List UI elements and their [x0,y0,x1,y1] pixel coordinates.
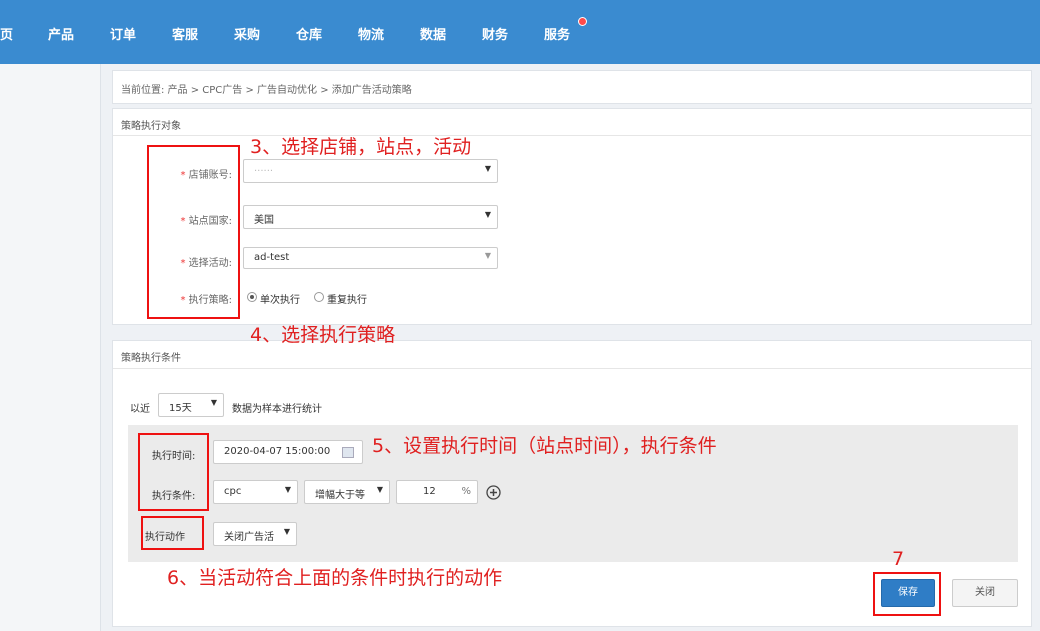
chevron-down-icon: ▼ [484,164,491,173]
annotation-4: 4、选择执行策略 [250,324,396,346]
chevron-down-icon: ▼ [376,485,383,494]
recent-select[interactable]: 15天 ▼ [158,393,224,417]
annotation-box-conditions [138,433,209,511]
panel-title-condition: 策略执行条件 [121,353,181,364]
annotation-3: 3、选择店铺，站点，活动 [250,136,472,158]
chevron-down-icon: ▼ [210,398,217,407]
radio-single[interactable] [247,292,257,302]
time-value: 2020-04-07 15:00:00 [224,446,331,457]
chevron-down-icon: ▼ [484,210,491,219]
chevron-down-icon: ▼ [284,485,291,494]
radio-single-label: 单次执行 [260,295,300,306]
divider [113,368,1031,369]
action-select[interactable]: 关闭广告活 ▼ [213,522,297,546]
cond-op-value: 增幅大于等 [315,490,365,501]
left-sidebar [0,64,101,631]
notification-dot [578,17,587,26]
nav-item-warehouse[interactable]: 仓库 [296,24,322,43]
cond-op-select[interactable]: 增幅大于等 ▼ [304,480,390,504]
nav-item-logistics[interactable]: 物流 [358,24,384,43]
recent-prefix: 以近 [130,404,150,415]
radio-repeat[interactable] [314,292,324,302]
breadcrumb-bar: 当前位置: 产品 > CPC广告 > 广告自动优化 > 添加广告活动策略 [112,70,1032,104]
cond-metric-select[interactable]: cpc ▼ [213,480,298,504]
action-value: 关闭广告活 [224,532,274,543]
nav-item-home[interactable]: 页 [0,24,13,43]
chevron-down-icon: ▼ [484,251,491,260]
cond-value: 12 [423,486,436,497]
cond-unit: % [461,486,471,497]
recent-value: 15天 [169,403,192,414]
cond-value-input[interactable]: 12 % [396,480,478,504]
store-select[interactable]: ...... ▼ [243,159,498,183]
add-condition-icon[interactable] [486,485,501,500]
annotation-6: 6、当活动符合上面的条件时执行的动作 [167,567,503,589]
time-input[interactable]: 2020-04-07 15:00:00 [213,440,363,464]
annotation-5: 5、设置执行时间（站点时间），执行条件 [372,435,717,457]
nav-item-purchase[interactable]: 采购 [234,24,260,43]
recent-suffix: 数据为样本进行统计 [232,404,322,415]
nav-item-finance[interactable]: 财务 [482,24,508,43]
breadcrumb: 当前位置: 产品 > CPC广告 > 广告自动优化 > 添加广告活动策略 [121,85,412,96]
nav-item-products[interactable]: 产品 [48,24,74,43]
calendar-icon[interactable] [342,447,354,458]
annotation-box-target [147,145,240,319]
panel-title-target: 策略执行对象 [121,121,181,132]
activity-select[interactable]: ad-test ▼ [243,247,498,269]
site-select[interactable]: 美国 ▼ [243,205,498,229]
nav-item-data[interactable]: 数据 [420,24,446,43]
top-nav: 页 产品 订单 客服 采购 仓库 物流 数据 财务 服务 [0,0,1040,64]
close-button[interactable]: 关闭 [952,579,1018,607]
activity-value: ad-test [254,252,290,263]
radio-repeat-label: 重复执行 [327,295,367,306]
annotation-box-save [873,572,941,616]
annotation-7: 7 [892,548,905,570]
chevron-down-icon: ▼ [283,527,290,536]
annotation-box-action [141,516,204,550]
store-placeholder: ...... [254,163,274,174]
site-value: 美国 [254,215,274,226]
nav-item-orders[interactable]: 订单 [110,24,136,43]
nav-item-services[interactable]: 服务 [544,24,570,43]
nav-item-service[interactable]: 客服 [172,24,198,43]
cond-metric-value: cpc [224,486,242,497]
